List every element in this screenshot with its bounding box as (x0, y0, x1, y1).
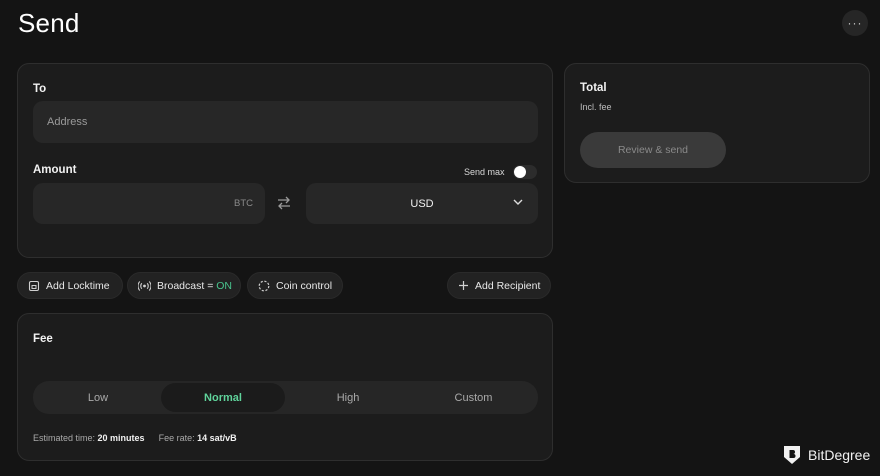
lock-clock-icon (28, 280, 40, 291)
fiat-currency-label: USD (410, 197, 434, 210)
add-recipient-button[interactable]: Add Recipient (447, 272, 551, 299)
dashed-circle-icon (258, 280, 270, 291)
broadcast-text: Broadcast = (157, 279, 217, 292)
bitdegree-shield-icon (784, 446, 800, 464)
broadcast-state: ON (216, 279, 232, 292)
coin-control-label: Coin control (276, 279, 333, 292)
fee-option-low[interactable]: Low (35, 383, 161, 412)
add-locktime-button[interactable]: Add Locktime (17, 272, 123, 299)
address-input[interactable]: Address (33, 101, 538, 143)
est-time-label: Estimated time: (33, 433, 96, 443)
fee-option-custom[interactable]: Custom (411, 383, 536, 412)
broadcast-label: Broadcast = ON (157, 280, 232, 292)
add-locktime-label: Add Locktime (46, 279, 110, 292)
amount-label: Amount (33, 164, 77, 176)
send-form-card: To Address Amount Send max BTC USD (17, 63, 553, 258)
plus-icon (459, 281, 468, 290)
fee-rate-label: Fee rate: (158, 433, 195, 443)
broadcast-icon (138, 280, 151, 291)
toggle-knob (514, 166, 526, 178)
fee-option-high[interactable]: High (285, 383, 411, 412)
fee-option-normal[interactable]: Normal (161, 383, 285, 412)
send-max-toggle[interactable] (513, 165, 537, 179)
chevron-down-icon (513, 199, 523, 205)
bitdegree-logo: BitDegree (782, 444, 870, 466)
more-options-button[interactable]: ··· (842, 10, 868, 36)
total-title: Total (580, 82, 607, 94)
est-time-value: 20 minutes (97, 433, 145, 443)
fiat-currency-select[interactable]: USD (306, 183, 538, 224)
swap-currency-icon[interactable] (276, 196, 292, 210)
fee-card: Fee Low Normal High Custom Estimated tim… (17, 313, 553, 461)
total-card: Total Incl. fee Review & send (564, 63, 870, 183)
btc-amount-input[interactable]: BTC (33, 183, 265, 224)
add-recipient-label: Add Recipient (475, 279, 541, 292)
fee-selector: Low Normal High Custom (33, 381, 538, 414)
broadcast-toggle-button[interactable]: Broadcast = ON (127, 272, 241, 299)
fee-estimate: Estimated time: 20 minutes Fee rate: 14 … (33, 433, 237, 443)
to-label: To (33, 83, 47, 95)
brand-name: BitDegree (808, 447, 871, 463)
incl-fee-label: Incl. fee (580, 102, 612, 112)
send-max-label: Send max (464, 167, 505, 177)
ellipsis-icon: ··· (847, 16, 863, 30)
review-send-button[interactable]: Review & send (580, 132, 726, 168)
coin-control-button[interactable]: Coin control (247, 272, 343, 299)
fee-title: Fee (33, 333, 53, 345)
btc-unit-label: BTC (234, 198, 253, 209)
page-title: Send (18, 8, 80, 38)
fee-rate-value: 14 sat/vB (197, 433, 237, 443)
